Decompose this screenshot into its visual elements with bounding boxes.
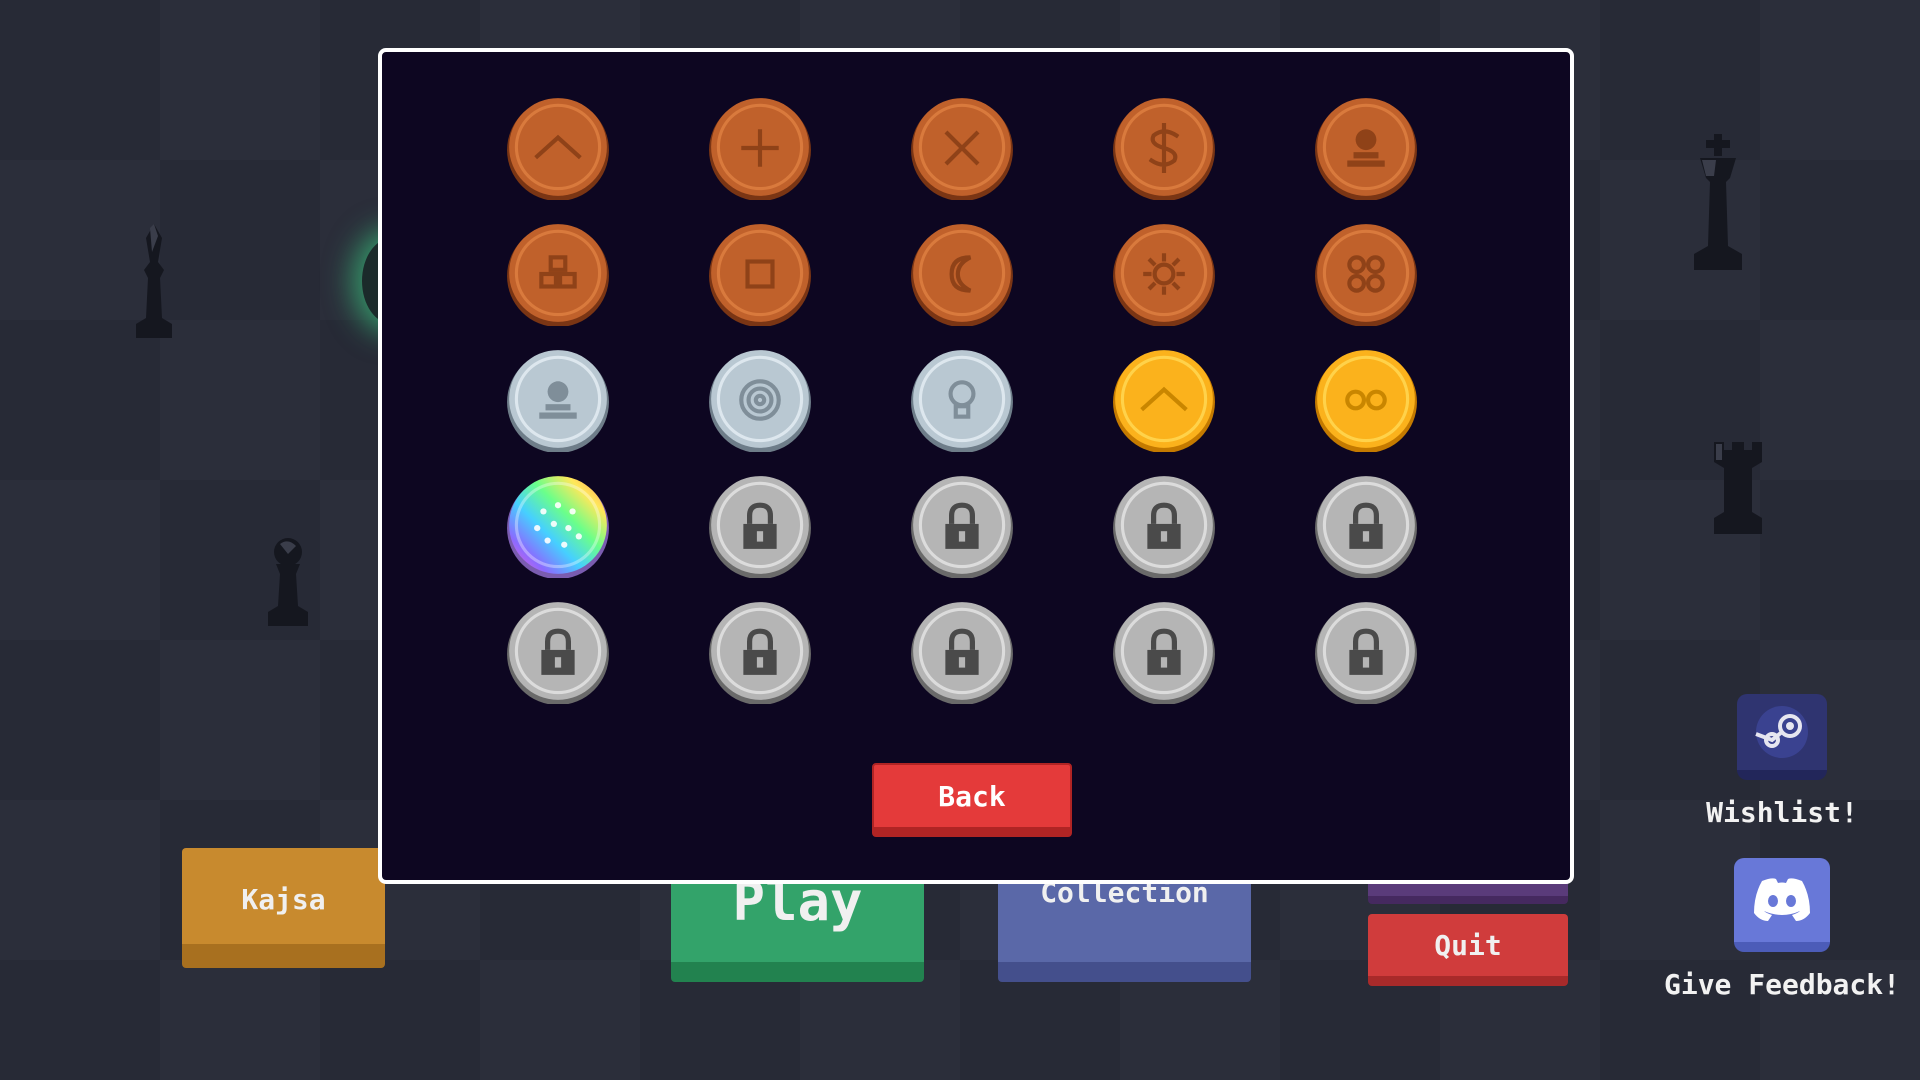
give-feedback-link[interactable]: Give Feedback! [1662,858,1902,1001]
coin-collection-modal: Back [378,48,1574,884]
bronze-coin-plus[interactable] [708,96,812,202]
give-feedback-label: Give Feedback! [1663,968,1900,1001]
pawn-piece-icon [268,538,308,626]
locked-coin[interactable] [910,600,1014,706]
silver-coin-pawn-bust[interactable] [506,348,610,454]
bronze-coin-chevron-up[interactable] [506,96,610,202]
locked-coin[interactable] [1314,600,1418,706]
bronze-coin-cross[interactable] [910,96,1014,202]
rook-piece-icon [1714,442,1762,534]
back-button[interactable]: Back [872,763,1072,837]
king-piece-icon [1694,134,1742,270]
rainbow-coin-dots[interactable] [506,474,610,580]
locked-coin[interactable] [910,474,1014,580]
bronze-coin-moon[interactable] [910,222,1014,328]
gold-coin-double-circle[interactable] [1314,348,1418,454]
locked-coin[interactable] [1112,600,1216,706]
player-name-button[interactable]: Kajsa [182,848,385,968]
steam-icon[interactable] [1737,694,1827,780]
gold-coin-chevron-up[interactable] [1112,348,1216,454]
bronze-coin-square[interactable] [708,222,812,328]
silver-coin-target[interactable] [708,348,812,454]
locked-coin[interactable] [708,600,812,706]
locked-coin[interactable] [1112,474,1216,580]
wishlist-link[interactable]: Wishlist! [1682,694,1882,829]
bronze-coin-flower[interactable] [1112,222,1216,328]
locked-coin[interactable] [1314,474,1418,580]
bronze-coin-blocks[interactable] [506,222,610,328]
quit-button[interactable]: Quit [1368,914,1568,986]
bronze-coin-pawn-bust[interactable] [1314,96,1418,202]
bronze-coin-dollar[interactable] [1112,96,1216,202]
silver-coin-bulb[interactable] [910,348,1014,454]
bronze-coin-four-circles[interactable] [1314,222,1418,328]
wishlist-label: Wishlist! [1706,796,1858,829]
bishop-piece-icon [136,224,172,338]
locked-coin[interactable] [506,600,610,706]
discord-icon[interactable] [1734,858,1830,952]
locked-coin[interactable] [708,474,812,580]
